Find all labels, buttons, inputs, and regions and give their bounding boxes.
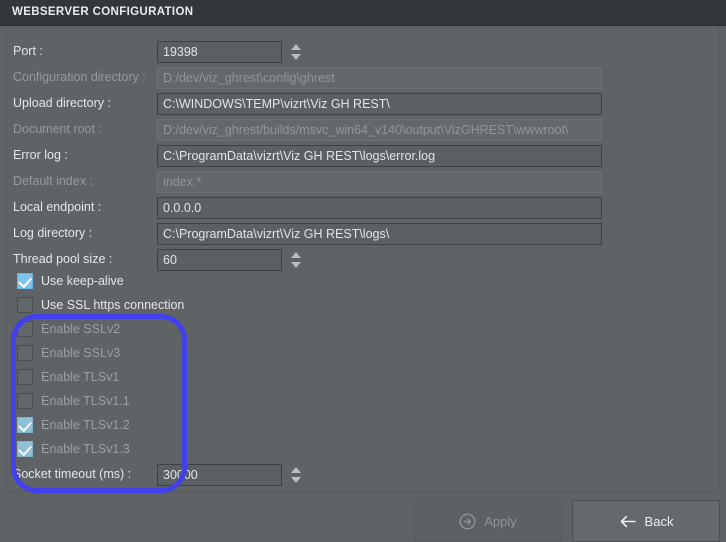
spinner-down-icon[interactable]	[291, 262, 301, 268]
spinner-up-icon[interactable]	[291, 467, 301, 473]
socket-timeout-input[interactable]: 30000	[157, 464, 282, 486]
port-spinner[interactable]	[287, 42, 305, 63]
local-endpoint-label: Local endpoint :	[13, 200, 102, 214]
default-index-label: Default index :	[13, 174, 93, 188]
upload-directory-input[interactable]: C:\WINDOWS\TEMP\vizrt\Viz GH REST\	[157, 93, 602, 115]
port-input[interactable]: 19398	[157, 41, 282, 63]
configuration-directory-label: Configuration directory :	[13, 70, 146, 84]
log-directory-input[interactable]: C:\ProgramData\vizrt\Viz GH REST\logs\	[157, 223, 602, 245]
enable-sslv3-checkbox[interactable]	[17, 345, 33, 361]
error-log-input[interactable]: C:\ProgramData\vizrt\Viz GH REST\logs\er…	[157, 145, 602, 167]
upload-directory-label: Upload directory :	[13, 96, 111, 110]
use-keep-alive-checkbox[interactable]	[17, 273, 33, 289]
arrow-left-icon	[619, 514, 637, 529]
enable-tlsv1-2-label: Enable TLSv1.2	[41, 418, 130, 432]
webserver-configuration-window: WEBSERVER CONFIGURATION Port : 19398 Confi…	[0, 0, 726, 542]
use-ssl-https-connection-label: Use SSL https connection	[41, 298, 185, 312]
enable-sslv3-label: Enable SSLv3	[41, 346, 121, 360]
port-label: Port :	[13, 44, 43, 58]
spinner-up-icon[interactable]	[291, 44, 301, 50]
default-index-input: index.*	[157, 171, 602, 193]
thread-pool-size-label: Thread pool size :	[13, 252, 113, 266]
enable-tlsv1-2-checkbox[interactable]	[17, 417, 33, 433]
check-icon	[18, 441, 32, 457]
enable-tlsv1-3-label: Enable TLSv1.3	[41, 442, 130, 456]
local-endpoint-input[interactable]: 0.0.0.0	[157, 197, 602, 219]
use-keep-alive-label: Use keep-alive	[41, 274, 124, 288]
socket-timeout-spinner[interactable]	[287, 465, 305, 486]
configuration-directory-input: D:/dev/viz_ghrest\config\ghrest	[157, 67, 602, 89]
thread-pool-size-input[interactable]: 60	[157, 249, 282, 271]
log-directory-label: Log directory :	[13, 226, 93, 240]
circled-arrow-right-icon	[459, 512, 476, 530]
titlebar: WEBSERVER CONFIGURATION	[0, 0, 726, 26]
check-icon	[18, 273, 32, 289]
check-icon	[18, 417, 32, 433]
spinner-down-icon[interactable]	[291, 54, 301, 60]
apply-button-label: Apply	[484, 513, 517, 529]
enable-tlsv1-1-checkbox[interactable]	[17, 393, 33, 409]
error-log-label: Error log :	[13, 148, 68, 162]
document-root-input: D:/dev/viz_ghrest/builds/msvc_win64_v140…	[157, 119, 602, 141]
configuration-panel: Port : 19398 Configuration directory : D:/d…	[6, 27, 720, 493]
spinner-up-icon[interactable]	[291, 252, 301, 258]
enable-sslv2-checkbox[interactable]	[17, 321, 33, 337]
spinner-down-icon[interactable]	[291, 477, 301, 483]
socket-timeout-label: Socket timeout (ms) :	[13, 467, 132, 481]
enable-tlsv1-3-checkbox[interactable]	[17, 441, 33, 457]
back-button[interactable]: Back	[572, 500, 720, 542]
enable-tlsv1-1-label: Enable TLSv1.1	[41, 394, 130, 408]
thread-pool-size-spinner[interactable]	[287, 250, 305, 271]
use-ssl-https-connection-checkbox[interactable]	[17, 297, 33, 313]
enable-tlsv1-checkbox[interactable]	[17, 369, 33, 385]
back-button-label: Back	[644, 513, 674, 529]
enable-sslv2-label: Enable SSLv2	[41, 322, 121, 336]
document-root-label: Document root :	[13, 122, 102, 136]
apply-button[interactable]: Apply	[414, 500, 562, 542]
window-title: WEBSERVER CONFIGURATION	[12, 6, 194, 18]
enable-tlsv1-label: Enable TLSv1	[41, 370, 120, 384]
